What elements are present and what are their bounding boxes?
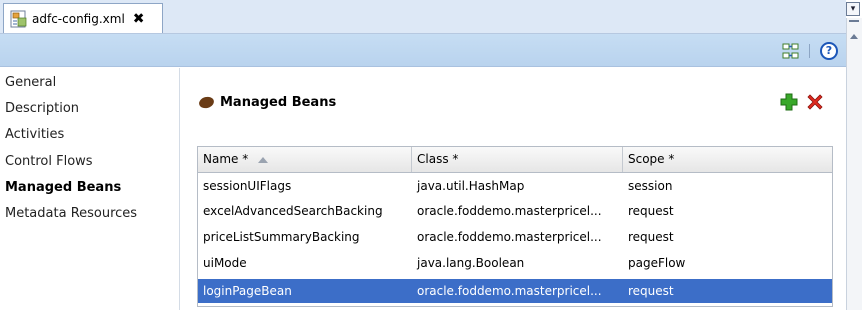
table-header: Name * Class * Scope * xyxy=(198,147,832,173)
table-row[interactable]: uiMode java.lang.Boolean pageFlow xyxy=(198,251,832,275)
delete-icon[interactable] xyxy=(806,93,824,111)
cell-name: priceListSummaryBacking xyxy=(203,230,360,244)
cell-scope: request xyxy=(628,204,674,218)
cell-class: oracle.foddemo.masterpricel... xyxy=(417,204,602,218)
editor-tab-strip: adfc-config.xml ✖ xyxy=(0,0,846,34)
nav-item-metadata-resources[interactable]: Metadata Resources xyxy=(5,206,137,226)
nav-item-description[interactable]: Description xyxy=(5,101,79,121)
help-icon[interactable]: ? xyxy=(820,42,838,60)
column-header-name-label: Name * xyxy=(203,152,249,166)
nav-item-activities[interactable]: Activities xyxy=(5,127,64,147)
cell-scope: pageFlow xyxy=(628,256,686,270)
xml-file-icon xyxy=(10,10,28,28)
cell-name: sessionUIFlags xyxy=(203,179,292,193)
nav-item-managed-beans[interactable]: Managed Beans xyxy=(5,180,121,200)
column-header-scope[interactable]: Scope * xyxy=(623,147,832,172)
cell-class: java.util.HashMap xyxy=(417,179,525,193)
vertical-scrollbar[interactable] xyxy=(846,18,862,310)
scroll-up-arrow-icon[interactable] xyxy=(850,34,858,39)
toolbar-separator xyxy=(809,44,810,58)
cell-scope: request xyxy=(628,284,674,298)
close-icon[interactable]: ✖ xyxy=(133,11,145,27)
cell-scope: session xyxy=(628,179,673,193)
table-row[interactable]: priceListSummaryBacking oracle.foddemo.m… xyxy=(198,225,832,249)
switch-view-icon[interactable] xyxy=(782,43,800,59)
column-header-name[interactable]: Name * xyxy=(198,147,412,172)
table-row-selected[interactable]: loginPageBean oracle.foddemo.masterprice… xyxy=(198,279,832,303)
editor-toolbar: ? xyxy=(0,34,846,67)
nav-item-control-flows[interactable]: Control Flows xyxy=(5,154,93,174)
table-row[interactable]: sessionUIFlags java.util.HashMap session xyxy=(198,174,832,198)
nav-item-general[interactable]: General xyxy=(5,75,56,95)
cell-class: java.lang.Boolean xyxy=(417,256,525,270)
overview-sidenav: General Description Activities Control F… xyxy=(0,68,180,310)
tab-list-dropdown-icon[interactable]: ▾ xyxy=(846,2,860,16)
cell-name: excelAdvancedSearchBacking xyxy=(203,204,383,218)
table-row[interactable]: excelAdvancedSearchBacking oracle.foddem… xyxy=(198,199,832,223)
sort-ascending-icon[interactable] xyxy=(258,156,269,163)
section-title: Managed Beans xyxy=(220,95,337,110)
tab-label: adfc-config.xml xyxy=(32,11,125,26)
column-header-class[interactable]: Class * xyxy=(412,147,623,172)
cell-name: uiMode xyxy=(203,256,247,270)
cell-name: loginPageBean xyxy=(203,284,292,298)
cell-class: oracle.foddemo.masterpricel... xyxy=(417,284,602,298)
add-icon[interactable] xyxy=(780,93,798,111)
cell-class: oracle.foddemo.masterpricel... xyxy=(417,230,602,244)
scroll-top-icon[interactable] xyxy=(849,20,859,26)
cell-scope: request xyxy=(628,230,674,244)
managed-beans-table: Name * Class * Scope * sessionUIFlags ja… xyxy=(197,146,833,307)
tab-adfc-config[interactable]: adfc-config.xml ✖ xyxy=(3,3,163,33)
